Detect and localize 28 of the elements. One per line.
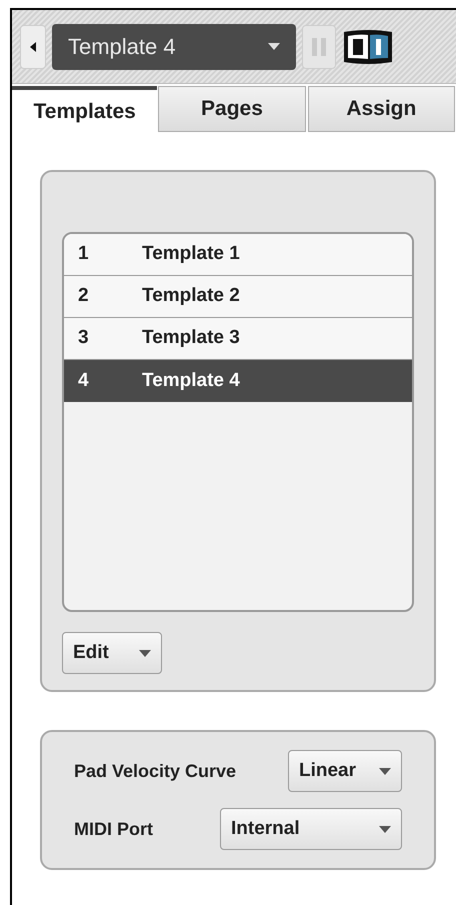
pause-icon xyxy=(312,38,326,56)
template-row[interactable]: 4 Template 4 xyxy=(64,360,412,402)
caret-icon xyxy=(379,768,391,774)
left-arrow-icon xyxy=(30,42,36,52)
logo-icon xyxy=(342,28,394,66)
template-number: 1 xyxy=(77,242,90,266)
setting-dropdown[interactable]: Internal xyxy=(220,808,402,850)
template-name: Template 1 xyxy=(142,242,240,266)
setting-label: MIDI Port xyxy=(74,818,153,840)
setting-dropdown[interactable]: Linear xyxy=(288,750,402,792)
template-row[interactable]: 2 Template 2 xyxy=(64,276,412,318)
caret-icon xyxy=(268,43,280,50)
template-name: Template 4 xyxy=(142,368,240,393)
edit-menu-button[interactable]: Edit xyxy=(62,632,162,674)
tab[interactable]: Assign xyxy=(308,86,455,132)
template-selector[interactable]: Template 4 xyxy=(52,24,296,70)
template-number: 2 xyxy=(77,284,90,308)
template-name: Template 3 xyxy=(142,326,240,350)
template-row[interactable]: 1 Template 1 xyxy=(64,234,412,276)
template-number: 3 xyxy=(77,326,90,350)
template-name: Template 2 xyxy=(142,284,240,308)
caret-icon xyxy=(139,650,151,656)
caret-icon xyxy=(379,826,391,832)
tab[interactable]: Pages xyxy=(158,86,306,132)
template-row[interactable]: 3 Template 3 xyxy=(64,318,412,360)
previous-button[interactable] xyxy=(20,24,46,68)
setting-label: Pad Velocity Curve xyxy=(74,760,236,783)
template-number: 4 xyxy=(77,368,90,393)
